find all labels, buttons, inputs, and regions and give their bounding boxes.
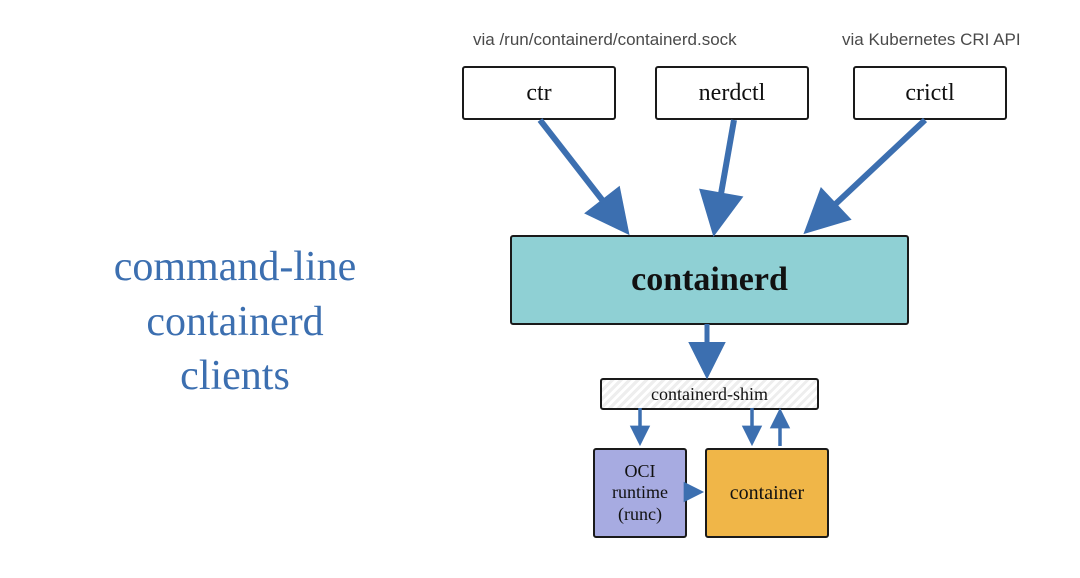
label-ctr: ctr xyxy=(526,80,551,107)
title-line-1: command-line xyxy=(114,244,357,290)
arrow-nerdctl-to-containerd xyxy=(715,120,734,228)
label-container: container xyxy=(730,482,804,505)
title-line-2: containerd xyxy=(146,299,323,345)
label-nerdctl: nerdctl xyxy=(699,80,766,107)
box-container: container xyxy=(705,448,829,538)
label-shim: containerd-shim xyxy=(651,384,768,405)
box-containerd-shim: containerd-shim xyxy=(600,378,819,410)
box-crictl: crictl xyxy=(853,66,1007,120)
arrow-ctr-to-containerd xyxy=(540,120,624,228)
label-oci: OCI runtime (runc) xyxy=(612,461,668,526)
box-oci-runtime: OCI runtime (runc) xyxy=(593,448,687,538)
box-containerd: containerd xyxy=(510,235,909,325)
label-crictl: crictl xyxy=(905,80,954,107)
box-ctr: ctr xyxy=(462,66,616,120)
caption-cri: via Kubernetes CRI API xyxy=(842,30,1021,50)
title-line-3: clients xyxy=(180,353,290,399)
arrow-crictl-to-containerd xyxy=(810,120,925,228)
box-nerdctl: nerdctl xyxy=(655,66,809,120)
diagram-title: command-line containerd clients xyxy=(65,240,405,404)
label-containerd: containerd xyxy=(631,261,788,299)
caption-sock: via /run/containerd/containerd.sock xyxy=(473,30,737,50)
